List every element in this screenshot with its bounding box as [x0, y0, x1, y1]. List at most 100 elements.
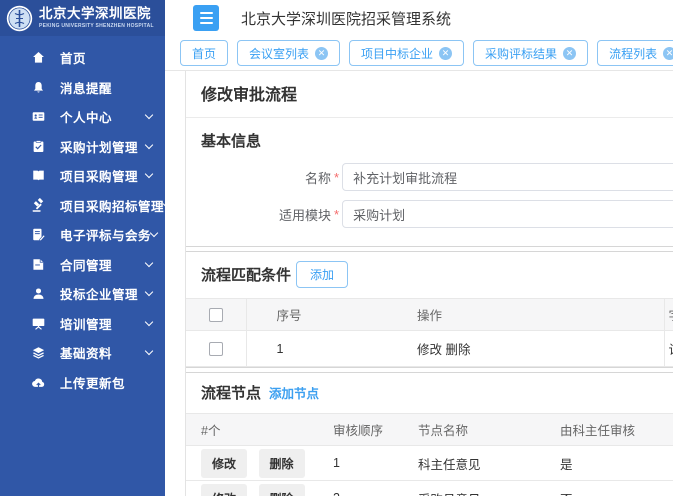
- sidebar-item-label: 投标企业管理: [60, 284, 146, 303]
- tab-home[interactable]: 首页: [180, 40, 228, 66]
- add-node-link[interactable]: 添加节点: [269, 383, 319, 402]
- chevron-down-icon: [150, 229, 158, 237]
- tab-close-icon[interactable]: ✕: [663, 47, 673, 60]
- sidebar-item-personal-center[interactable]: 个人中心: [0, 102, 165, 132]
- node-name-cell: 科主任意见: [404, 446, 545, 481]
- edit-node-button[interactable]: 修改: [201, 484, 247, 496]
- tab-label: 项目中标企业: [361, 45, 433, 62]
- delete-node-button[interactable]: 删除: [259, 449, 305, 478]
- tab-bar: 首页 会议室列表 ✕ 项目中标企业 ✕ 采购评标结果 ✕ 流程列表 ✕ 流程 ✕: [165, 36, 673, 71]
- delete-node-button[interactable]: 删除: [259, 484, 305, 496]
- table-row: 修改 删除 1 科主任意见 是: [186, 446, 673, 481]
- page-content: 修改审批流程 基本信息 名称 * 适用模块 * 流程匹配条件 添加: [185, 71, 673, 496]
- edit-node-button[interactable]: 修改: [201, 449, 247, 478]
- layers-icon: [30, 345, 46, 361]
- column-header-name: 节点名称: [404, 414, 545, 446]
- tab-meeting-room-list[interactable]: 会议室列表 ✕: [237, 40, 340, 66]
- flow-nodes-table: #个 审核顺序 节点名称 由科主任审核 修改 删除 1 科主任意见: [186, 413, 673, 496]
- tab-close-icon[interactable]: ✕: [315, 47, 328, 60]
- chevron-down-icon: [145, 288, 153, 296]
- tab-close-icon[interactable]: ✕: [563, 47, 576, 60]
- required-mark: *: [334, 170, 339, 185]
- column-header-actions: 操作: [387, 299, 664, 331]
- sidebar-item-label: 基础资料: [60, 343, 146, 362]
- sidebar-item-messages[interactable]: 消息提醒: [0, 73, 165, 103]
- dept-review-cell: 否: [545, 481, 673, 496]
- menu-toggle-button[interactable]: [193, 5, 219, 31]
- table-row: 修改 删除 2 采购员意见 否: [186, 481, 673, 496]
- contract-icon: [30, 256, 46, 272]
- module-label: 适用模块: [201, 205, 331, 224]
- basic-info-section: 基本信息 名称 * 适用模块 *: [186, 118, 673, 247]
- sidebar-item-bidding-management[interactable]: 项目采购招标管理: [0, 191, 165, 221]
- column-header-order: 审核顺序: [318, 414, 404, 446]
- sidebar-item-base-data[interactable]: 基础资料: [0, 338, 165, 368]
- actions-cell[interactable]: 修改 删除: [387, 331, 664, 367]
- name-label: 名称: [201, 168, 331, 187]
- user-icon: [30, 286, 46, 302]
- topbar: 北京大学深圳医院招采管理系统: [165, 0, 673, 36]
- flow-nodes-title: 流程节点: [201, 382, 261, 403]
- chevron-down-icon: [145, 318, 153, 326]
- column-header-field: 字段: [664, 299, 673, 331]
- required-mark: *: [334, 207, 339, 222]
- table-header-row: #个 审核顺序 节点名称 由科主任审核: [186, 414, 673, 446]
- hospital-name-cn: 北京大学深圳医院: [39, 8, 154, 22]
- hospital-name-en: PEKING UNIVERSITY SHENZHEN HOSPITAL: [39, 24, 154, 29]
- sidebar-item-training[interactable]: 培训管理: [0, 309, 165, 339]
- name-input[interactable]: [342, 163, 673, 191]
- home-icon: [30, 50, 46, 66]
- name-field-row: 名称 *: [201, 163, 673, 191]
- clipboard-check-icon: [30, 138, 46, 154]
- order-cell: 2: [318, 481, 404, 496]
- dept-review-cell: 是: [545, 446, 673, 481]
- node-name-cell: 采购员意见: [404, 481, 545, 496]
- column-header-index: 序号: [246, 299, 387, 331]
- tab-label: 采购评标结果: [485, 45, 557, 62]
- id-card-icon: [30, 109, 46, 125]
- page-title: 修改审批流程: [201, 87, 297, 104]
- sidebar-item-label: 上传更新包: [60, 373, 152, 392]
- module-input[interactable]: [342, 200, 673, 228]
- tab-process-list[interactable]: 流程列表 ✕: [597, 40, 673, 66]
- sidebar-item-contract-management[interactable]: 合同管理: [0, 250, 165, 280]
- page-title-bar: 修改审批流程: [186, 71, 673, 118]
- main-area: 北京大学深圳医院招采管理系统 首页 会议室列表 ✕ 项目中标企业 ✕ 采购评标结…: [165, 0, 673, 496]
- sidebar-item-bidder-enterprise[interactable]: 投标企业管理: [0, 279, 165, 309]
- sidebar-item-label: 采购计划管理: [60, 137, 146, 156]
- sidebar-item-label: 培训管理: [60, 314, 146, 333]
- tab-winning-enterprise[interactable]: 项目中标企业 ✕: [349, 40, 464, 66]
- sidebar-item-e-evaluation[interactable]: 电子评标与会务: [0, 220, 165, 250]
- chevron-down-icon: [145, 141, 153, 149]
- tab-close-icon[interactable]: ✕: [439, 47, 452, 60]
- sidebar-item-project-purchase[interactable]: 项目采购管理: [0, 161, 165, 191]
- table-header-row: 序号 操作 字段: [186, 299, 673, 331]
- order-cell: 1: [318, 446, 404, 481]
- match-conditions-title: 流程匹配条件: [201, 264, 291, 285]
- sidebar-item-home[interactable]: 首页: [0, 43, 165, 73]
- tab-label: 流程列表: [609, 45, 657, 62]
- flow-nodes-section: 流程节点 添加节点 #个 审核顺序 节点名称 由科主任审核 修改: [186, 372, 673, 496]
- presentation-icon: [30, 315, 46, 331]
- field-cell: 计划类型: [664, 331, 673, 367]
- tab-evaluation-result[interactable]: 采购评标结果 ✕: [473, 40, 588, 66]
- sidebar-item-label: 合同管理: [60, 255, 146, 274]
- select-all-checkbox[interactable]: [209, 308, 223, 322]
- sidebar-item-label: 项目采购招标管理: [60, 196, 164, 215]
- row-checkbox[interactable]: [209, 342, 223, 356]
- sidebar-item-upload-package[interactable]: 上传更新包: [0, 368, 165, 398]
- tab-label: 首页: [192, 45, 216, 62]
- column-header-dept-review: 由科主任审核: [545, 414, 673, 446]
- sidebar-item-purchase-plan[interactable]: 采购计划管理: [0, 132, 165, 162]
- tab-label: 会议室列表: [249, 45, 309, 62]
- sidebar-item-label: 电子评标与会务: [60, 225, 151, 244]
- sidebar-item-label: 消息提醒: [60, 78, 152, 97]
- add-condition-button[interactable]: 添加: [296, 261, 348, 288]
- app-title: 北京大学深圳医院招采管理系统: [241, 8, 451, 29]
- match-conditions-section: 流程匹配条件 添加 序号 操作 字段 1 修改 删除: [186, 251, 673, 368]
- sidebar-item-label: 个人中心: [60, 107, 146, 126]
- table-row: 1 修改 删除 计划类型: [186, 331, 673, 367]
- book-icon: [30, 168, 46, 184]
- basic-info-title: 基本信息: [201, 130, 673, 151]
- sidebar-item-label: 首页: [60, 48, 152, 67]
